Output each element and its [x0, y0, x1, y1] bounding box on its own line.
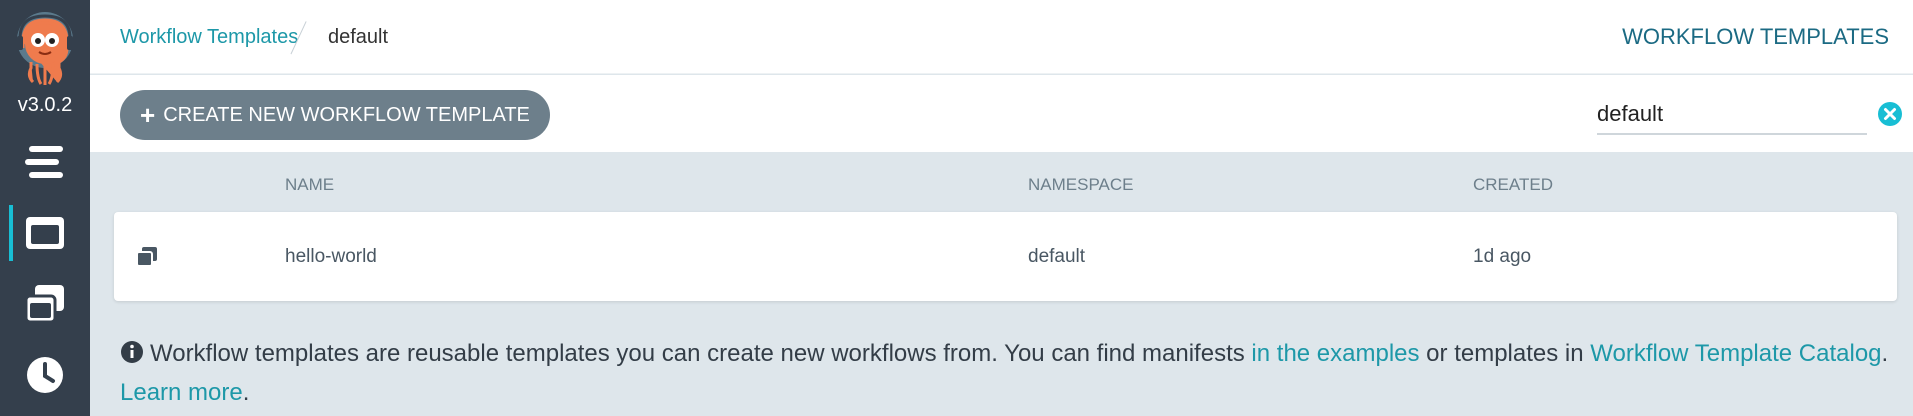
create-workflow-template-button[interactable]: + CREATE NEW WORKFLOW TEMPLATE	[120, 90, 550, 140]
catalog-link[interactable]: Workflow Template Catalog	[1590, 340, 1881, 367]
info-text-part1: Workflow templates are reusable template…	[150, 340, 1252, 367]
workflow-templates-icon[interactable]	[0, 205, 90, 261]
namespace-input[interactable]	[1597, 95, 1867, 135]
menu-icon[interactable]	[0, 134, 90, 190]
breadcrumb-workflow-templates[interactable]: Workflow Templates	[120, 26, 298, 49]
workflow-template-icon	[136, 247, 157, 267]
learn-more-link[interactable]: Learn more	[120, 379, 243, 406]
info-text-part2: or templates in	[1419, 340, 1591, 367]
row-namespace: default	[1028, 246, 1086, 267]
examples-link[interactable]: in the examples	[1251, 340, 1419, 367]
page-title: WORKFLOW TEMPLATES	[1622, 24, 1889, 49]
info-text-part4: .	[242, 379, 250, 406]
breadcrumb-current: default	[328, 26, 389, 48]
info-text: Workflow templates are reusable template…	[120, 334, 1900, 412]
column-header-created: CREATED	[1473, 175, 1553, 194]
cron-workflows-icon[interactable]	[0, 347, 90, 403]
info-text-part3: .	[1881, 340, 1889, 367]
create-button-label: CREATE NEW WORKFLOW TEMPLATE	[163, 103, 530, 126]
table-header: NAME NAMESPACE CREATED	[114, 175, 1897, 199]
clear-namespace-icon[interactable]	[1878, 102, 1902, 126]
plus-icon: +	[140, 100, 156, 130]
version-label: v3.0.2	[17, 94, 73, 116]
column-header-namespace: NAMESPACE	[1028, 175, 1134, 194]
sidebar: v3.0.2	[0, 0, 90, 416]
column-header-name: NAME	[285, 175, 335, 194]
row-name: hello-world	[285, 246, 377, 267]
cluster-workflow-templates-icon[interactable]	[0, 276, 90, 332]
table-row[interactable]: hello-world default 1d ago	[114, 212, 1897, 301]
action-bar: + CREATE NEW WORKFLOW TEMPLATE	[90, 75, 1913, 152]
argo-logo[interactable]	[13, 12, 77, 86]
info-icon	[121, 341, 143, 363]
row-created: 1d ago	[1473, 246, 1532, 267]
top-bar: Workflow Templates default WORKFLOW TEMP…	[90, 0, 1913, 74]
